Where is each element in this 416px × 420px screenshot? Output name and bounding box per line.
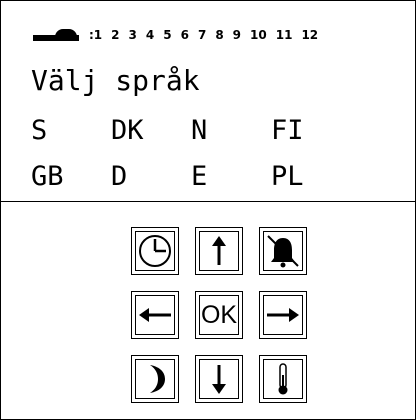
status-number: 4: [145, 28, 155, 42]
night-button[interactable]: [131, 355, 179, 403]
status-number: 11: [275, 28, 293, 42]
language-option: DK: [111, 115, 144, 146]
arrow-down-icon: [212, 365, 226, 394]
clock-button[interactable]: [131, 227, 179, 275]
status-number: 6: [180, 28, 189, 42]
arrow-up-icon: [212, 236, 226, 265]
right-button[interactable]: [259, 291, 307, 339]
display-indicator-icon: [33, 29, 79, 41]
status-number: 2: [111, 28, 120, 42]
up-button[interactable]: [195, 227, 243, 275]
keypad: OK: [131, 227, 311, 407]
arrow-right-icon: [267, 308, 299, 322]
ok-button[interactable]: OK: [195, 291, 243, 339]
moon-icon: [150, 365, 165, 393]
arrow-left-icon: [139, 308, 171, 322]
bell-off-icon: [267, 235, 299, 268]
language-option: N: [191, 115, 208, 146]
language-option: E: [191, 161, 208, 192]
status-number: 8: [215, 28, 224, 42]
status-number: 9: [232, 28, 242, 42]
temperature-button[interactable]: [259, 355, 307, 403]
lcd-display: :1 2 3 4 5 6 7 8 9 10 11 12 Välj språk S…: [1, 1, 415, 202]
status-number: 7: [197, 28, 207, 42]
language-option: GB: [31, 161, 64, 192]
language-option: PL: [271, 161, 304, 192]
language-option: S: [31, 115, 48, 146]
status-number: 5: [163, 28, 172, 42]
down-button[interactable]: [195, 355, 243, 403]
status-number: 10: [250, 28, 267, 42]
status-numbers: :1 2 3 4 5 6 7 8 9 10 11 12: [89, 28, 327, 42]
status-number: 12: [301, 28, 319, 42]
clock-icon: [139, 235, 171, 267]
alarm-off-button[interactable]: [259, 227, 307, 275]
status-number: 3: [128, 28, 137, 42]
language-option: FI: [271, 115, 304, 146]
thermometer-icon: [278, 363, 288, 395]
device-frame: :1 2 3 4 5 6 7 8 9 10 11 12 Välj språk S…: [0, 0, 416, 420]
display-title: Välj språk: [31, 64, 200, 97]
language-option: D: [111, 161, 128, 192]
ok-label: OK: [199, 295, 239, 335]
status-bar: :1 2 3 4 5 6 7 8 9 10 11 12: [33, 27, 327, 43]
status-prefix: :1: [89, 28, 103, 42]
left-button[interactable]: [131, 291, 179, 339]
